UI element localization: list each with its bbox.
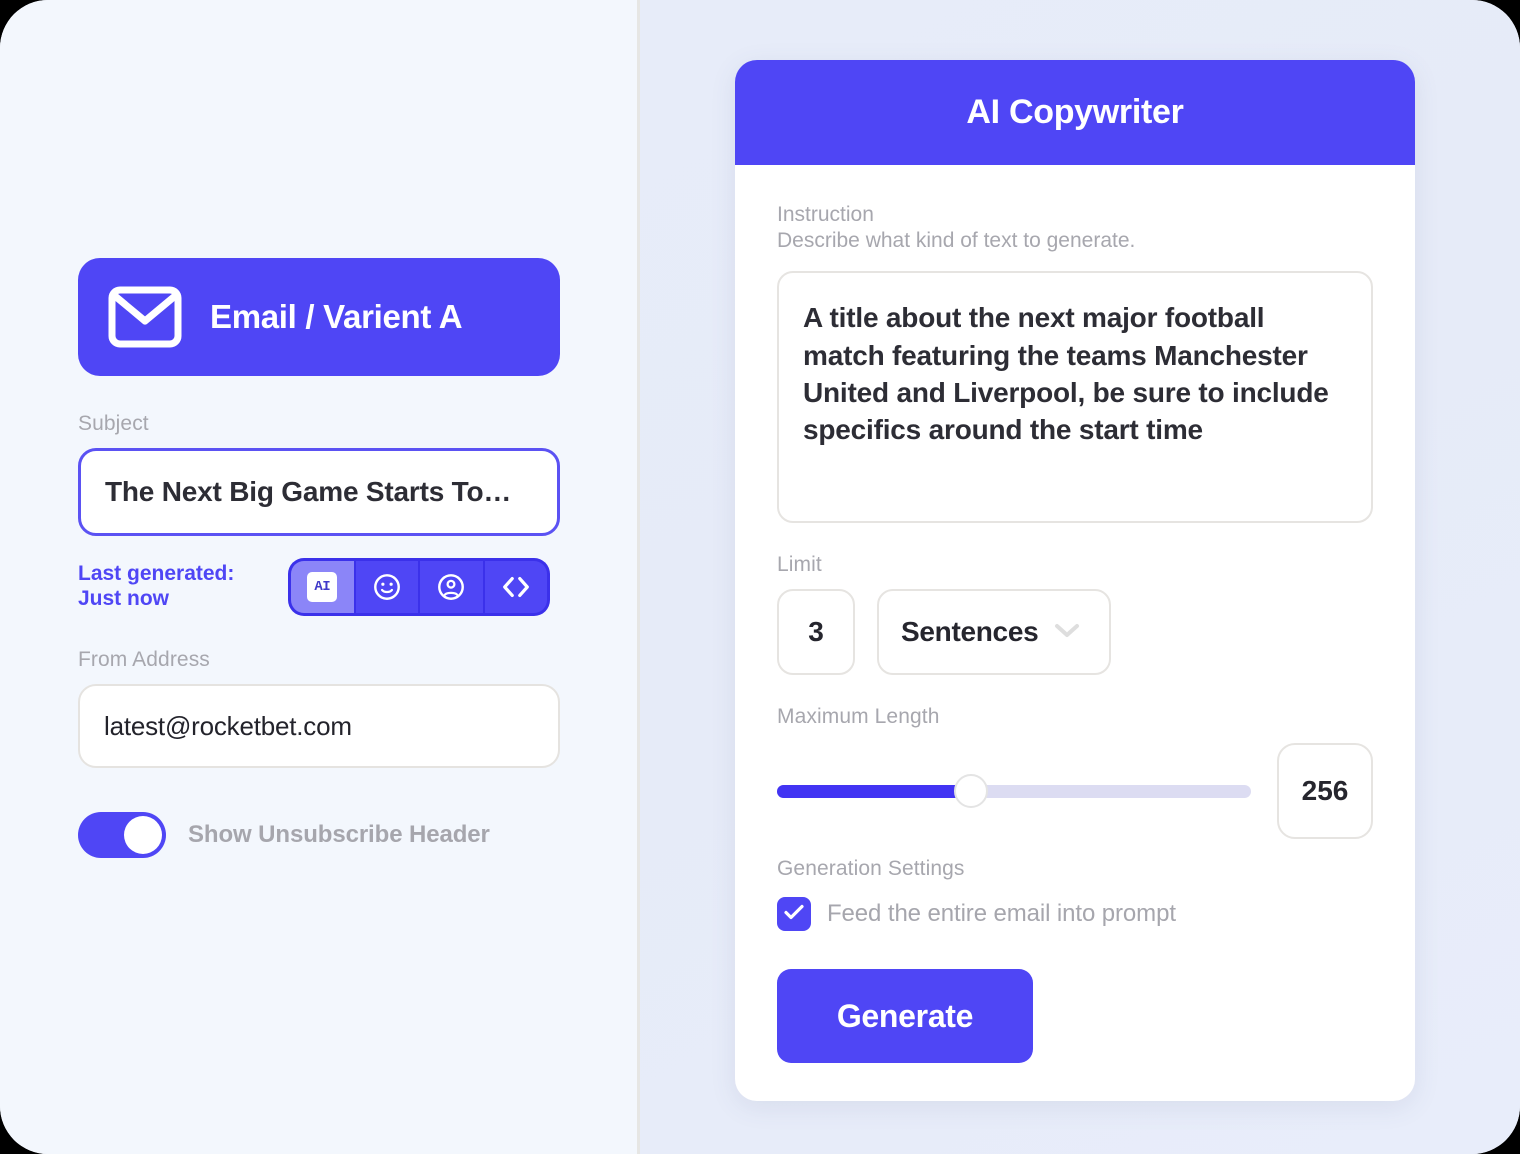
- limit-unit-select[interactable]: Sentences: [877, 589, 1111, 676]
- ai-copywriter-panel: AI Copywriter Instruction Describe what …: [640, 0, 1520, 1154]
- ai-copywriter-card: AI Copywriter Instruction Describe what …: [735, 60, 1415, 1102]
- limit-label: Limit: [777, 553, 822, 577]
- emoji-toolbar-button[interactable]: [355, 561, 418, 613]
- app-root: Email / Varient A Subject The Next Big G…: [0, 0, 1520, 1154]
- chevron-down-icon: [1054, 622, 1080, 643]
- unsubscribe-toggle[interactable]: [78, 812, 166, 858]
- person-icon: [436, 572, 466, 602]
- feed-email-checkbox[interactable]: [777, 897, 811, 932]
- feed-email-checkbox-label: Feed the entire email into prompt: [827, 900, 1176, 928]
- subject-field-group: Subject The Next Big Game Starts To…: [78, 412, 560, 536]
- smiley-icon: [372, 572, 402, 602]
- last-generated-value: Just now: [78, 587, 170, 610]
- from-address-value: latest@rocketbet.com: [104, 710, 352, 741]
- envelope-icon: [108, 286, 182, 348]
- maximum-length-label: Maximum Length: [777, 705, 940, 729]
- email-variant-chip[interactable]: Email / Varient A: [78, 258, 560, 376]
- check-icon: [783, 903, 805, 926]
- code-brackets-icon: [500, 574, 532, 600]
- last-generated-status: Last generated: Just now: [78, 562, 288, 612]
- ai-toolbar-button[interactable]: AI: [291, 561, 354, 613]
- email-editor-panel: Email / Varient A Subject The Next Big G…: [0, 0, 640, 1154]
- generation-status-row: Last generated: Just now AI: [78, 558, 560, 616]
- ai-copywriter-body: Instruction Describe what kind of text t…: [735, 165, 1415, 1101]
- instruction-label: Instruction: [777, 203, 874, 226]
- subject-label: Subject: [78, 412, 149, 435]
- maximum-length-input[interactable]: 256: [1277, 743, 1373, 840]
- generation-settings-label: Generation Settings: [777, 857, 965, 881]
- email-editor-content: Email / Varient A Subject The Next Big G…: [78, 258, 560, 858]
- maximum-length-value: 256: [1301, 775, 1349, 807]
- generate-button[interactable]: Generate: [777, 969, 1033, 1064]
- from-address-label: From Address: [78, 648, 210, 671]
- slider-track: [777, 774, 1251, 809]
- maximum-length-row: 256: [777, 743, 1373, 840]
- maximum-length-slider[interactable]: [777, 771, 1251, 811]
- instruction-textarea[interactable]: A title about the next major football ma…: [777, 271, 1373, 524]
- personalization-toolbar-button[interactable]: [420, 561, 483, 613]
- toggle-knob: [124, 816, 162, 854]
- subject-input-value: The Next Big Game Starts To…: [105, 476, 512, 507]
- instruction-textarea-value: A title about the next major football ma…: [803, 302, 1329, 446]
- instruction-group: Instruction Describe what kind of text t…: [777, 201, 1373, 524]
- page-title: AI Copywriter: [966, 93, 1184, 131]
- generate-button-label: Generate: [836, 997, 974, 1034]
- feed-email-checkbox-row: Feed the entire email into prompt: [777, 897, 1373, 932]
- last-generated-label: Last generated:: [78, 562, 235, 586]
- ai-copywriter-header: AI Copywriter: [735, 60, 1415, 165]
- email-variant-label: Email / Varient A: [210, 298, 463, 335]
- limit-unit-value: Sentences: [901, 616, 1039, 648]
- subject-input[interactable]: The Next Big Game Starts To…: [78, 448, 560, 536]
- slider-fill: [777, 784, 972, 798]
- from-address-field-group: From Address latest@rocketbet.com: [78, 648, 560, 768]
- editor-icon-toolbar: AI: [288, 558, 550, 616]
- slider-thumb[interactable]: [954, 774, 989, 809]
- ai-icon: AI: [307, 572, 338, 602]
- instruction-sublabel: Describe what kind of text to generate.: [777, 229, 1136, 253]
- limit-count-input[interactable]: 3: [777, 589, 855, 676]
- limit-row: 3 Sentences: [777, 589, 1373, 676]
- code-toolbar-button[interactable]: [484, 561, 547, 613]
- unsubscribe-toggle-label: Show Unsubscribe Header: [188, 821, 490, 848]
- from-address-input[interactable]: latest@rocketbet.com: [78, 684, 560, 768]
- limit-count-value: 3: [808, 616, 824, 648]
- unsubscribe-toggle-row: Show Unsubscribe Header: [78, 812, 560, 858]
